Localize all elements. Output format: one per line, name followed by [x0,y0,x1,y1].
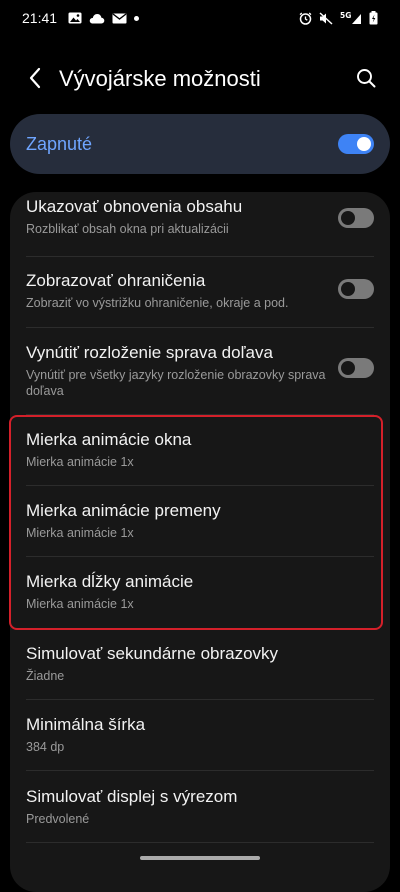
chevron-left-icon [28,67,42,94]
divider [26,485,374,486]
setting-subtitle: Zobraziť vo výstrižku ohraničenie, okraj… [26,296,289,310]
divider [26,256,374,257]
setting-subtitle: Vynútiť pre všetky jazyky rozloženie obr… [26,368,326,398]
status-bar-right: 5G [299,11,378,25]
divider [26,556,374,557]
setting-subtitle: Mierka animácie 1x [26,455,134,469]
setting-title: Vynútiť rozloženie sprava doľava [26,343,273,362]
master-switch[interactable] [338,134,374,154]
setting-subtitle: Mierka animácie 1x [26,597,134,611]
search-button[interactable] [350,64,382,96]
mute-icon [319,11,333,25]
status-time: 21:41 [22,10,58,26]
setting-title: Zobrazovať ohraničenia [26,271,206,290]
setting-simulate-secondary-displays[interactable]: Simulovať sekundárne obrazovky Žiadne [10,643,390,691]
setting-subtitle: Predvolené [26,812,90,826]
divider [26,628,374,629]
show-layout-bounds-switch[interactable] [338,279,374,299]
notification-dot [134,15,140,21]
setting-title: Minimálna šírka [26,715,146,734]
mail-icon [112,12,127,24]
setting-title: Simulovať displej s výrezom [26,787,238,806]
gesture-nav-handle[interactable] [140,856,260,860]
battery-icon [369,11,378,25]
status-bar-left: 21:41 [22,10,140,26]
developer-options-master-toggle[interactable]: Zapnuté [10,114,390,174]
alarm-icon [299,12,312,25]
signal-5g-icon: 5G [340,11,362,25]
setting-title: Mierka dĺžky animácie [26,572,194,591]
divider [26,699,374,700]
setting-title: Mierka animácie okna [26,430,192,449]
settings-list: Ukazovať obnovenia obsahu Rozblikať obsa… [10,192,390,892]
setting-transition-animation-scale[interactable]: Mierka animácie premeny Mierka animácie … [10,500,390,548]
setting-subtitle: Mierka animácie 1x [26,526,134,540]
force-rtl-layout-switch[interactable] [338,358,374,378]
show-surface-updates-switch[interactable] [338,208,374,228]
divider [26,842,374,843]
cloud-icon [89,13,105,24]
setting-animator-duration-scale[interactable]: Mierka dĺžky animácie Mierka animácie 1x [10,571,390,619]
setting-subtitle: Žiadne [26,669,65,683]
setting-subtitle: Rozblikať obsah okna pri aktualizácii [26,222,229,236]
master-toggle-label: Zapnuté [26,133,93,154]
setting-title: Ukazovať obnovenia obsahu [26,197,243,216]
gallery-icon [68,12,82,24]
search-icon [356,68,376,93]
divider [26,327,374,328]
divider [26,770,374,771]
setting-window-animation-scale[interactable]: Mierka animácie okna Mierka animácie 1x [10,429,390,477]
setting-subtitle: 384 dp [26,740,65,754]
back-button[interactable] [20,64,50,96]
setting-show-surface-updates[interactable]: Ukazovať obnovenia obsahu Rozblikať obsa… [10,196,390,260]
divider [26,414,374,415]
svg-text:5G: 5G [340,11,351,20]
setting-title: Simulovať sekundárne obrazovky [26,644,279,663]
page-title: Vývojárske možnosti [59,66,261,91]
setting-display-cutout[interactable]: Simulovať displej s výrezom Predvolené [10,786,390,834]
setting-title: Mierka animácie premeny [26,501,221,520]
setting-show-layout-bounds[interactable]: Zobrazovať ohraničenia Zobraziť vo výstr… [10,270,390,330]
app-header: Vývojárske možnosti [0,52,400,108]
setting-force-rtl-layout[interactable]: Vynútiť rozloženie sprava doľava Vynútiť… [10,342,390,408]
status-bar: 21:41 5G [0,0,400,36]
setting-smallest-width[interactable]: Minimálna šírka 384 dp [10,714,390,762]
